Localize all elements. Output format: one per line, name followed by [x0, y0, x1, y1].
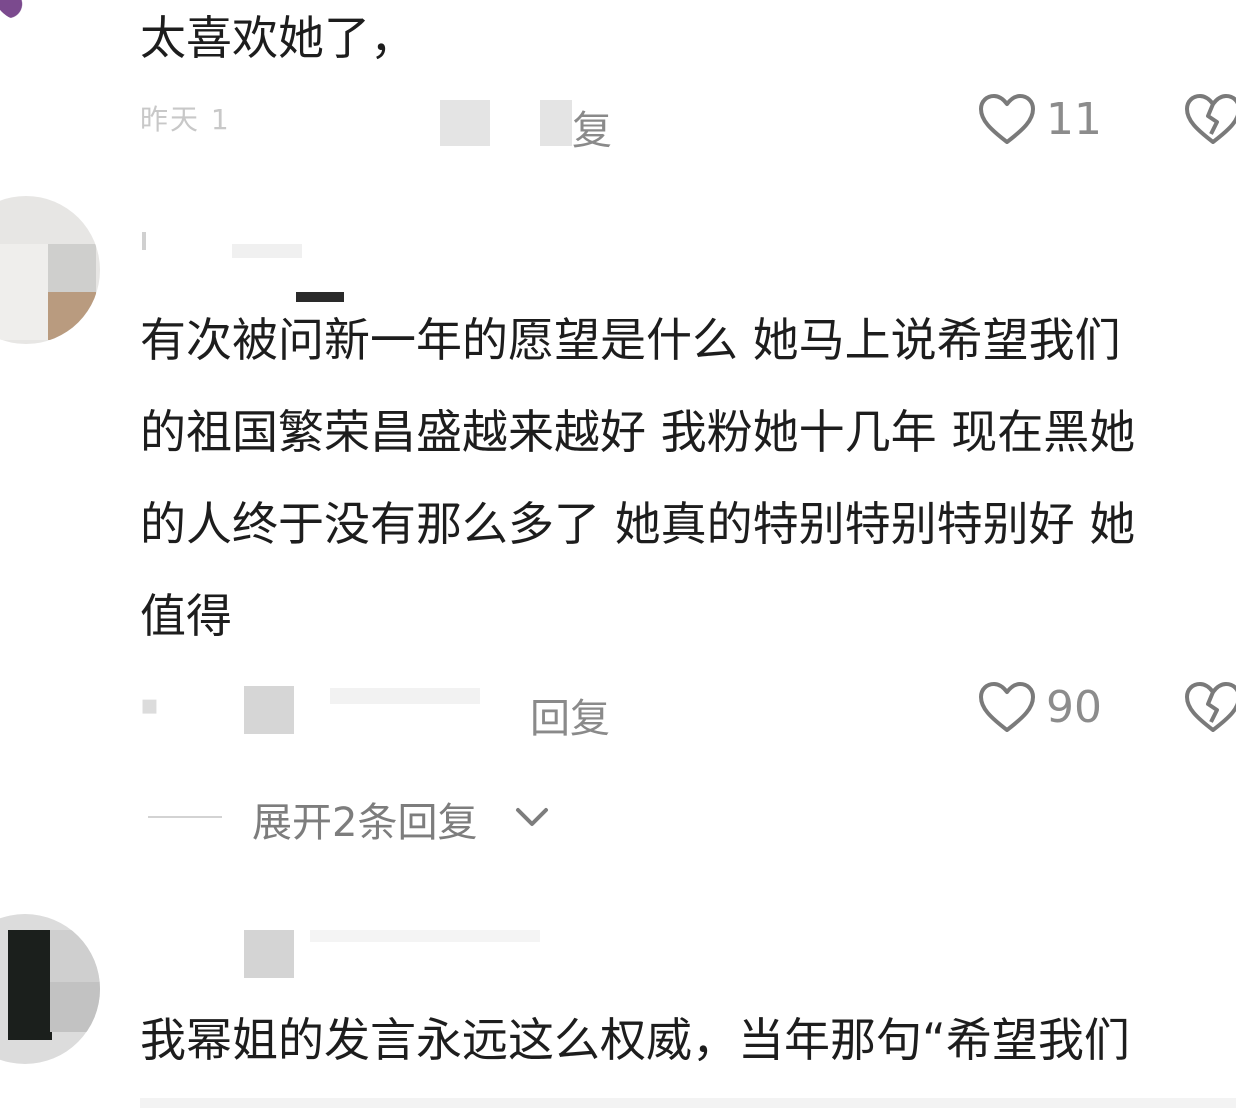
reply-button[interactable]: 复 — [572, 98, 612, 156]
username[interactable] — [142, 232, 146, 250]
expand-replies-button[interactable]: 展开2条回复 — [252, 790, 477, 848]
time-blur — [330, 688, 480, 704]
username-faint — [310, 930, 540, 942]
username-blur — [232, 244, 302, 258]
expand-divider — [148, 816, 222, 818]
comment-time: ▪ — [140, 688, 161, 721]
location-blur — [244, 686, 294, 734]
next-line-fade — [140, 1098, 1236, 1108]
avatar[interactable] — [0, 196, 100, 344]
like-count: 90 — [1046, 682, 1102, 733]
comment-text: 有次被问新一年的愿望是什么 她马上说希望我们 的祖国繁荣昌盛越来越好 我粉她十几… — [140, 294, 1135, 662]
heart-outline-icon[interactable] — [978, 94, 1036, 146]
comment-text: 我幂姐的发言永远这么权威，当年那句“希望我们 — [140, 994, 1130, 1086]
comment-line: 太喜欢她了， — [140, 11, 416, 65]
avatar[interactable] — [0, 0, 50, 20]
comment-line: 值得 — [140, 589, 232, 643]
broken-heart-icon[interactable] — [1184, 682, 1236, 734]
comment-line: 有次被问新一年的愿望是什么 她马上说希望我们 — [140, 313, 1121, 367]
avatar[interactable] — [0, 914, 100, 1064]
reply-button[interactable]: 回复 — [530, 686, 610, 744]
reply-blur — [540, 100, 572, 146]
chevron-down-icon[interactable] — [512, 800, 552, 834]
location-blur — [440, 100, 490, 146]
comment-line: 我幂姐的发言永远这么权威，当年那句“希望我们 — [140, 1013, 1130, 1067]
comment-line: 的人终于没有那么多了 她真的特别特别特别好 她 — [140, 497, 1136, 551]
comment-time: 昨天 1 — [140, 103, 231, 136]
username-blur[interactable] — [244, 930, 294, 978]
broken-heart-icon[interactable] — [1184, 94, 1236, 146]
heart-outline-icon[interactable] — [978, 682, 1036, 734]
like-count: 11 — [1046, 94, 1102, 145]
comment-text: 太喜欢她了， — [140, 0, 416, 84]
comment-line: 的祖国繁荣昌盛越来越好 我粉她十几年 现在黑她 — [140, 405, 1136, 459]
